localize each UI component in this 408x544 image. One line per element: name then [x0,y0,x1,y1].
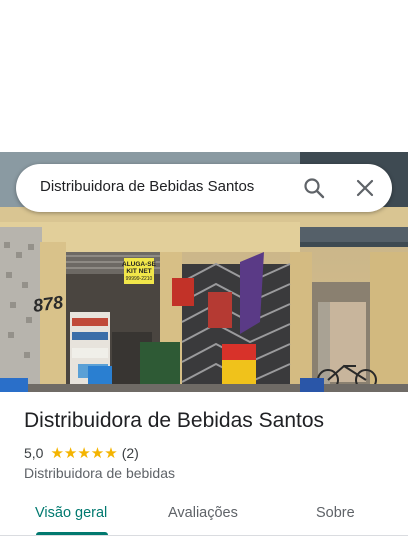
place-category: Distribuidora de bebidas [24,465,175,481]
place-title: Distribuidora de Bebidas Santos [24,409,325,432]
tab-overview[interactable]: Visão geral [35,505,107,521]
rent-sign-line1: ALUGA-SE [122,261,157,268]
tabs-divider [0,535,408,536]
search-query[interactable]: Distribuidora de Bebidas Santos [40,178,254,195]
tab-about[interactable]: Sobre [316,505,355,521]
search-bar[interactable]: Distribuidora de Bebidas Santos [16,164,392,212]
tab-reviews[interactable]: Avaliações [168,505,238,521]
house-number: 878 [32,292,65,316]
rating-value: 5,0 [24,445,44,461]
rating-row[interactable]: 5,0 ★★★★★ (2) [24,444,139,462]
blank-map-area [0,0,408,152]
rent-sign-line2: KIT NET [126,268,151,275]
review-count[interactable]: (2) [122,445,139,461]
close-icon[interactable] [353,176,377,200]
place-tabs: Visão geral Avaliações Sobre [0,490,408,536]
search-icon[interactable] [302,176,326,200]
rent-sign-phone: 99999-2210 [126,276,153,282]
star-rating-icons: ★★★★★ [50,445,118,462]
